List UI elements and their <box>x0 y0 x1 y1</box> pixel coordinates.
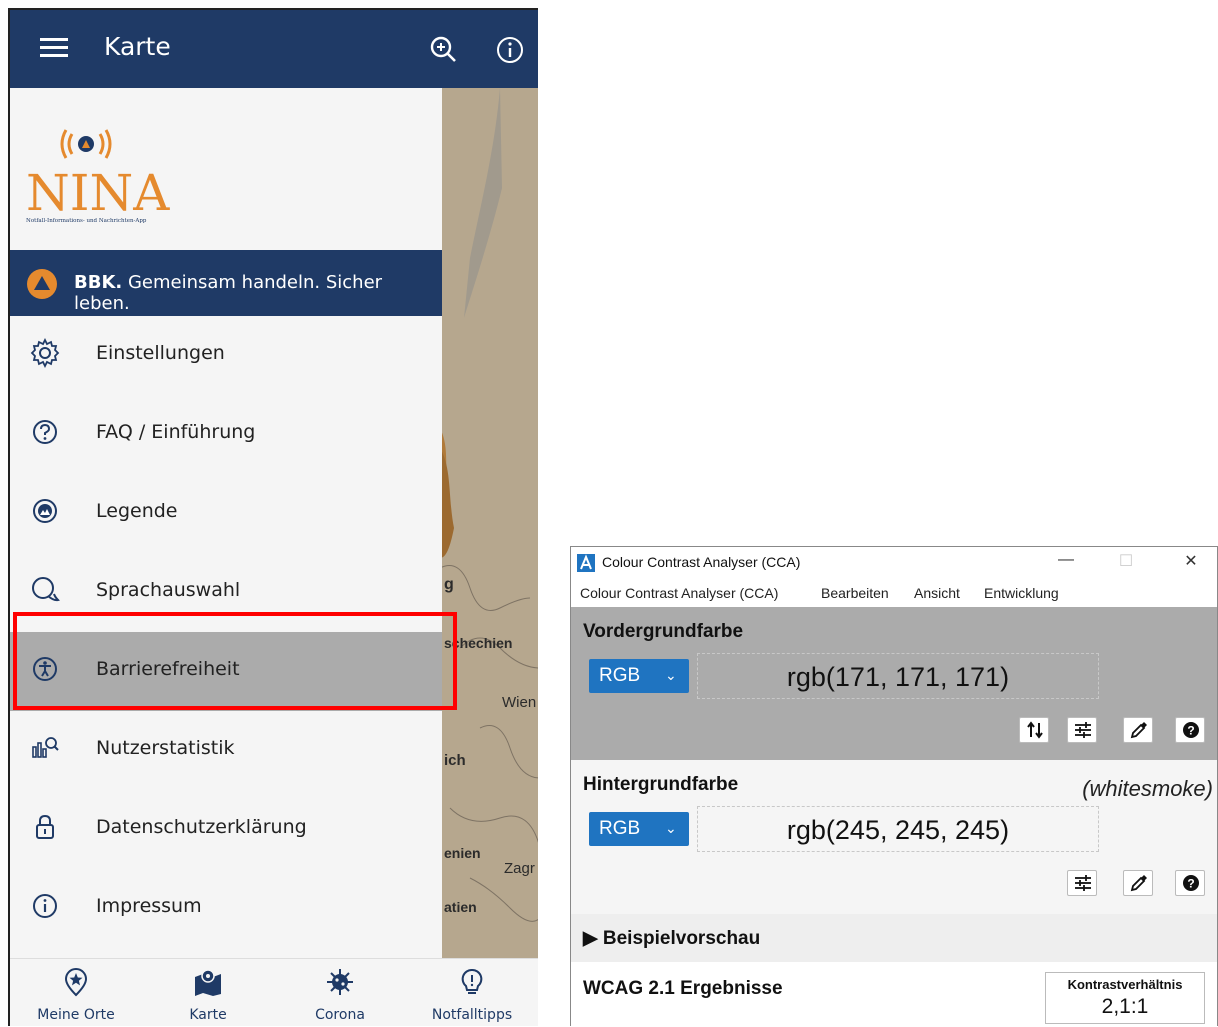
info-icon <box>33 894 57 918</box>
menu-ansicht[interactable]: Ansicht <box>914 585 960 601</box>
foreground-value-field[interactable]: rgb(171, 171, 171) <box>697 653 1099 699</box>
chevron-down-icon: ⌄ <box>665 667 677 683</box>
map-label: enien <box>444 845 481 861</box>
background-color-name: (whitesmoke) <box>1082 776 1213 801</box>
chevron-down-icon: ⌄ <box>665 820 677 836</box>
wcag-results-title: WCAG 2.1 Ergebnisse <box>583 978 783 999</box>
nina-app-screen: Karte g schechien Wien ich enien Zagr at… <box>8 8 538 1026</box>
app-bar-title: Karte <box>104 32 171 61</box>
hamburger-menu-icon[interactable] <box>40 38 68 60</box>
window-title: Colour Contrast Analyser (CCA) <box>602 554 801 570</box>
menu-bearbeiten[interactable]: Bearbeiten <box>821 585 889 601</box>
app-bar: Karte <box>10 10 538 88</box>
svg-text:Notfall-Informations- und Nach: Notfall-Informations- und Nachrichten-Ap… <box>26 218 147 224</box>
map-label: atien <box>444 899 477 915</box>
svg-text:?: ? <box>1187 724 1194 738</box>
colour-contrast-analyser-window: Colour Contrast Analyser (CCA) — ☐ ✕ Col… <box>570 546 1218 1027</box>
svg-text:NINA: NINA <box>26 164 170 222</box>
chat-icon <box>32 577 60 602</box>
foreground-section: Vordergrundfarbe RGB ⌄ rgb(171, 171, 171… <box>571 607 1217 760</box>
sliders-button[interactable] <box>1067 870 1097 896</box>
map-label: ich <box>444 752 466 769</box>
menu-item-nutzerstatistik[interactable]: Nutzerstatistik <box>10 711 442 790</box>
navigation-drawer: NINA Notfall-Informations- und Nachricht… <box>10 88 442 958</box>
eyedropper-button[interactable] <box>1123 717 1153 743</box>
background-format-select[interactable]: RGB ⌄ <box>589 812 689 846</box>
tab-karte[interactable]: Karte <box>142 959 274 1026</box>
menu-item-einstellungen[interactable]: Einstellungen <box>10 316 442 395</box>
virus-icon <box>327 969 353 995</box>
map-label: Zagr <box>504 860 535 877</box>
bottom-tab-bar: Meine Orte Karte Corona Notfalltipps <box>10 958 538 1026</box>
menu-item-impressum[interactable]: Impressum <box>10 869 442 948</box>
tab-notfalltipps[interactable]: Notfalltipps <box>406 959 538 1026</box>
lightbulb-icon <box>461 968 483 994</box>
help-button[interactable]: ? <box>1175 717 1205 743</box>
background-value-field[interactable]: rgb(245, 245, 245) <box>697 806 1099 852</box>
zoom-in-icon[interactable] <box>428 34 460 66</box>
menu-item-legende[interactable]: Legende <box>10 474 442 553</box>
menu-item-datenschutz[interactable]: Datenschutzerklärung <box>10 790 442 869</box>
menu-item-faq[interactable]: FAQ / Einführung <box>10 395 442 474</box>
minimize-button[interactable]: — <box>1051 551 1081 575</box>
star-pin-icon <box>64 968 88 997</box>
background-section: Hintergrundfarbe (whitesmoke) RGB ⌄ rgb(… <box>571 760 1217 914</box>
tab-corona[interactable]: Corona <box>274 959 406 1026</box>
lock-icon <box>36 814 54 839</box>
cca-app-icon <box>577 554 595 572</box>
help-button[interactable]: ? <box>1175 870 1205 896</box>
contrast-ratio-value: 2,1:1 <box>1101 995 1149 1018</box>
bbk-logo-icon <box>27 269 57 299</box>
close-button[interactable]: ✕ <box>1176 551 1206 575</box>
example-preview-toggle[interactable]: ▶ Beispielvorschau <box>571 914 1217 962</box>
map-icon <box>195 969 221 996</box>
map-background[interactable]: g schechien Wien ich enien Zagr atien <box>440 88 538 958</box>
map-label: Wien <box>502 694 537 711</box>
wcag-results-section: WCAG 2.1 Ergebnisse Kontrastverhältnis 2… <box>571 962 1217 1027</box>
background-title: Hintergrundfarbe <box>583 774 739 795</box>
contrast-ratio-box: Kontrastverhältnis 2,1:1 <box>1045 972 1205 1024</box>
window-title-bar: Colour Contrast Analyser (CCA) — ☐ ✕ <box>571 547 1217 579</box>
svg-text:?: ? <box>1187 877 1194 891</box>
bbk-banner: BBK. Gemeinsam handeln. Sicher leben. <box>10 250 442 316</box>
bbk-slogan: BBK. Gemeinsam handeln. Sicher leben. <box>74 272 383 314</box>
nina-logo: NINA Notfall-Informations- und Nachricht… <box>26 129 170 224</box>
swap-colors-button[interactable] <box>1019 717 1049 743</box>
foreground-title: Vordergrundfarbe <box>583 621 744 642</box>
legend-icon <box>33 499 57 523</box>
menu-entwicklung[interactable]: Entwicklung <box>984 585 1059 601</box>
sliders-button[interactable] <box>1067 717 1097 743</box>
info-icon[interactable] <box>494 34 526 66</box>
question-icon <box>33 420 57 444</box>
statistics-icon <box>32 737 59 758</box>
map-label: g <box>444 576 454 593</box>
maximize-button[interactable]: ☐ <box>1111 551 1141 575</box>
eyedropper-button[interactable] <box>1123 870 1153 896</box>
gear-icon <box>30 338 60 368</box>
menu-cca[interactable]: Colour Contrast Analyser (CCA) <box>580 585 778 601</box>
tab-meine-orte[interactable]: Meine Orte <box>10 959 142 1026</box>
foreground-format-select[interactable]: RGB ⌄ <box>589 659 689 693</box>
menu-bar: Colour Contrast Analyser (CCA) Bearbeite… <box>571 579 1217 607</box>
highlight-box <box>13 612 457 710</box>
